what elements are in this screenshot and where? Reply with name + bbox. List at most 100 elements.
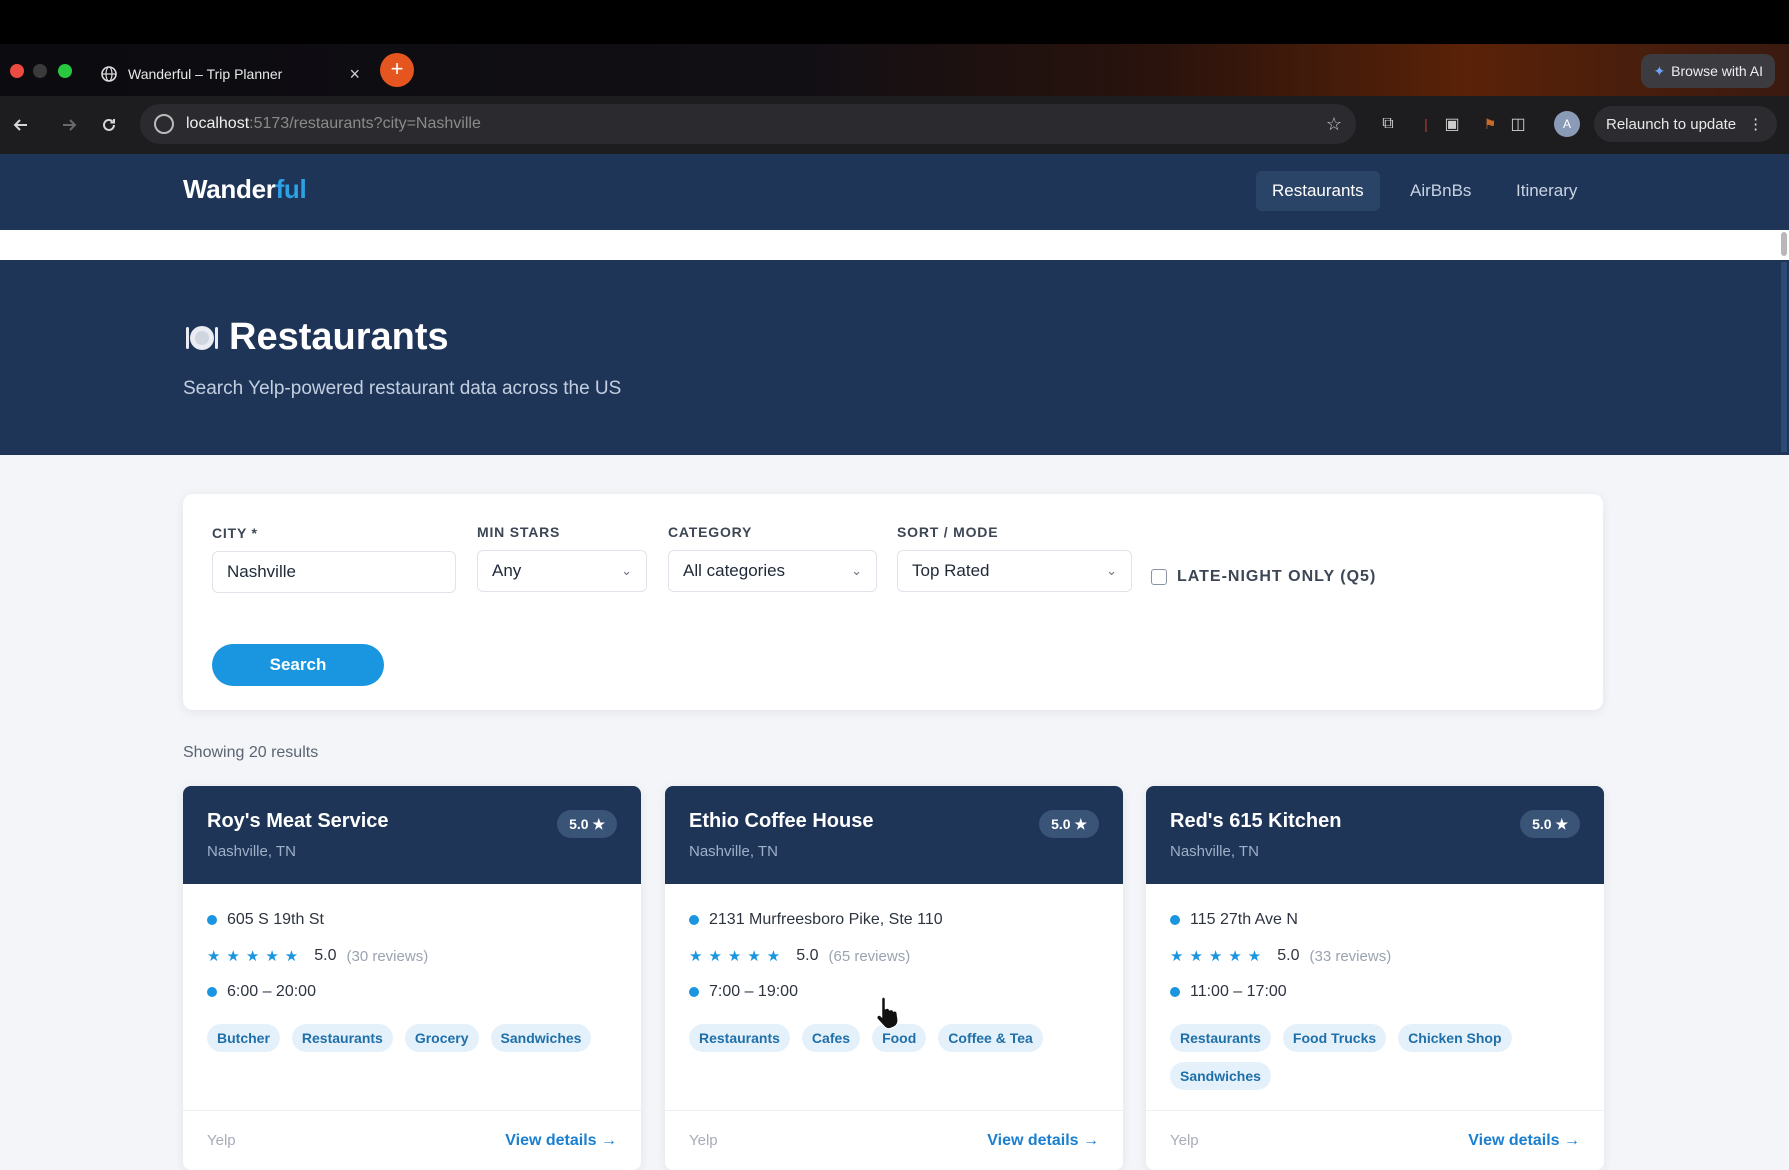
profile-avatar[interactable]: A <box>1554 111 1580 137</box>
restaurant-card[interactable]: Ethio Coffee House Nashville, TN 5.0 ★ 2… <box>665 786 1123 1170</box>
window-minimize-button[interactable] <box>33 64 47 78</box>
card-header: Ethio Coffee House Nashville, TN 5.0 ★ <box>665 786 1123 884</box>
star-rating-icon: ★★★★★ <box>1170 948 1268 965</box>
extensions-icon[interactable]: ⧉ <box>1376 112 1400 136</box>
late-night-checkbox[interactable] <box>1151 569 1167 585</box>
view-details-link[interactable]: View details → <box>987 1132 1099 1150</box>
category-tag: Sandwiches <box>490 1024 592 1052</box>
category-label: CATEGORY <box>668 524 753 540</box>
hand-cursor-icon <box>876 996 899 1030</box>
category-tag: Butcher <box>207 1024 280 1052</box>
star-rating-icon: ★★★★★ <box>207 948 305 965</box>
review-count: (33 reviews) <box>1309 947 1392 965</box>
category-tag: Food Trucks <box>1282 1024 1387 1052</box>
cast-icon[interactable]: ▣ <box>1440 112 1464 136</box>
address-text: 2131 Murfreesboro Pike, Ste 110 <box>709 911 943 928</box>
window-close-button[interactable] <box>10 64 24 78</box>
tab-close-icon[interactable]: × <box>349 64 368 85</box>
browse-with-ai-button[interactable]: ✦ Browse with AI <box>1641 54 1775 88</box>
nav-itinerary[interactable]: Itinerary <box>1500 171 1593 211</box>
side-panel-icon[interactable]: ◫ <box>1506 112 1530 136</box>
os-menu-bar <box>0 0 1789 44</box>
clock-icon <box>207 987 217 997</box>
rating-score: 5.0 <box>1277 947 1300 964</box>
clock-icon <box>1170 987 1180 997</box>
rating-row: ★★★★★ 5.0 (30 reviews) <box>207 946 617 966</box>
divider-mark-icon: | <box>1424 116 1428 132</box>
reload-icon[interactable] <box>96 112 122 138</box>
address-bar[interactable]: localhost :5173/restaurants?city=Nashvil… <box>140 104 1356 144</box>
card-footer: Yelp View details → <box>665 1110 1123 1170</box>
nav-airbnbs[interactable]: AirBnBs <box>1394 171 1487 211</box>
address-text: 115 27th Ave N <box>1190 911 1298 928</box>
city-input[interactable]: Nashville <box>212 551 456 593</box>
city-label: CITY * <box>212 525 258 541</box>
chevron-down-icon: ⌄ <box>1106 563 1117 578</box>
scrollbar-track[interactable] <box>1781 262 1787 452</box>
results-count: Showing 20 results <box>183 744 319 761</box>
url-host: localhost <box>186 115 250 132</box>
bookmark-star-icon[interactable]: ☆ <box>1326 114 1342 135</box>
scrollbar-thumb[interactable] <box>1781 232 1787 256</box>
category-tags: Butcher Restaurants Grocery Sandwiches <box>207 1024 617 1052</box>
page-title-text: Restaurants <box>229 316 449 358</box>
min-stars-label: MIN STARS <box>477 524 561 540</box>
rating-score: 5.0 <box>796 947 819 964</box>
clock-icon <box>689 987 699 997</box>
relaunch-label: Relaunch to update <box>1606 115 1737 133</box>
flag-icon: ⚑ <box>1483 115 1497 132</box>
restaurant-name: Red's 615 Kitchen <box>1170 810 1342 832</box>
category-select[interactable]: All categories ⌄ <box>668 550 877 592</box>
globe-icon <box>100 65 118 83</box>
restaurant-card[interactable]: Roy's Meat Service Nashville, TN 5.0 ★ 6… <box>183 786 641 1170</box>
view-details-link[interactable]: View details → <box>505 1132 617 1150</box>
browser-tab[interactable]: Wanderful – Trip Planner × <box>92 56 368 92</box>
nav-restaurants[interactable]: Restaurants <box>1256 171 1380 211</box>
back-icon[interactable] <box>8 112 34 138</box>
data-source: Yelp <box>207 1132 236 1149</box>
category-tag: Sandwiches <box>1170 1062 1271 1090</box>
restaurant-name: Ethio Coffee House <box>689 810 874 832</box>
sparkle-icon: ✦ <box>1653 62 1666 79</box>
review-count: (65 reviews) <box>828 947 911 965</box>
restaurant-location: Nashville, TN <box>1170 843 1259 860</box>
address-row: 115 27th Ave N <box>1170 910 1580 930</box>
hours-text: 6:00 – 20:00 <box>227 983 316 1000</box>
restaurant-name: Roy's Meat Service <box>207 810 389 832</box>
restaurant-card[interactable]: Red's 615 Kitchen Nashville, TN 5.0 ★ 11… <box>1146 786 1604 1170</box>
sort-label: SORT / MODE <box>897 524 999 540</box>
location-pin-icon <box>1170 915 1180 925</box>
restaurant-location: Nashville, TN <box>207 843 296 860</box>
card-header: Red's 615 Kitchen Nashville, TN 5.0 ★ <box>1146 786 1604 884</box>
sort-select[interactable]: Top Rated ⌄ <box>897 550 1132 592</box>
window-zoom-button[interactable] <box>58 64 72 78</box>
min-stars-select[interactable]: Any ⌄ <box>477 550 647 592</box>
late-night-option[interactable]: LATE-NIGHT ONLY (Q5) <box>1151 568 1376 586</box>
browse-with-ai-label: Browse with AI <box>1671 63 1763 79</box>
page-title: Restaurants <box>183 316 449 359</box>
filter-panel <box>183 494 1603 710</box>
search-button[interactable]: Search <box>212 644 384 686</box>
chevron-down-icon: ⌄ <box>851 563 862 578</box>
address-row: 605 S 19th St <box>207 910 617 930</box>
data-source: Yelp <box>689 1132 718 1149</box>
location-pin-icon <box>207 915 217 925</box>
view-details-link[interactable]: View details → <box>1468 1132 1580 1150</box>
late-night-label: LATE-NIGHT ONLY (Q5) <box>1177 568 1377 585</box>
new-tab-button[interactable]: + <box>380 53 414 87</box>
plate-icon <box>186 325 218 350</box>
url-path: :5173/restaurants?city=Nashville <box>249 115 481 132</box>
category-tag: Restaurants <box>1170 1024 1271 1052</box>
site-info-icon[interactable] <box>154 114 174 134</box>
kebab-menu-icon[interactable]: ⋮ <box>1748 115 1763 133</box>
rating-row: ★★★★★ 5.0 (33 reviews) <box>1170 946 1580 966</box>
category-tags: Restaurants Food Trucks Chicken Shop San… <box>1170 1024 1580 1090</box>
tab-title: Wanderful – Trip Planner <box>128 66 283 82</box>
relaunch-button[interactable]: Relaunch to update ⋮ <box>1594 106 1778 142</box>
location-pin-icon <box>689 915 699 925</box>
app-logo[interactable]: Wanderful <box>183 174 307 205</box>
address-row: 2131 Murfreesboro Pike, Ste 110 <box>689 910 1099 930</box>
forward-icon[interactable] <box>56 112 82 138</box>
restaurant-location: Nashville, TN <box>689 843 778 860</box>
rating-badge: 5.0 ★ <box>557 810 617 838</box>
